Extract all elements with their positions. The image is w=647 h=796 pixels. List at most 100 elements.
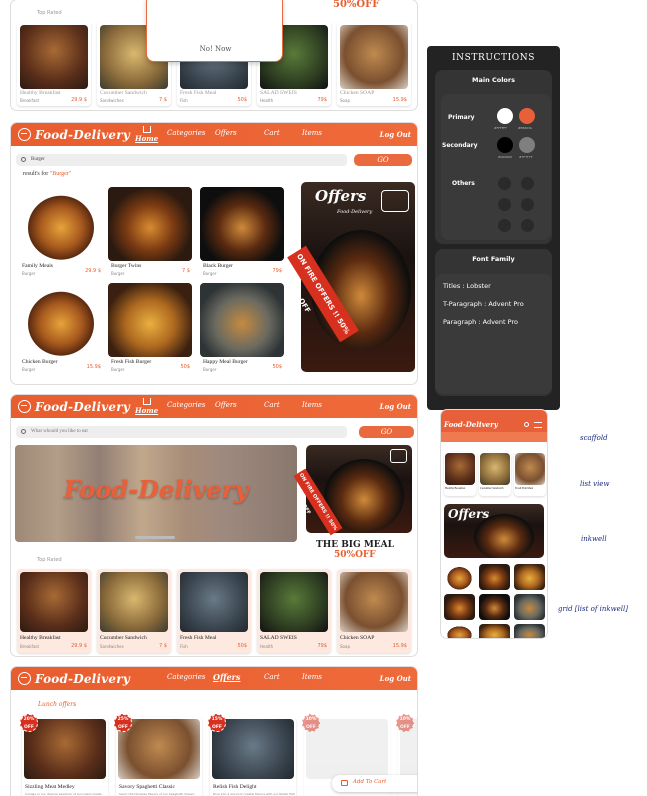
burger-price: 29.9 $	[85, 268, 101, 274]
burger-price: 50$	[180, 364, 190, 370]
nav-offers[interactable]: Offers	[215, 129, 237, 137]
results-prefix: result's for	[23, 171, 50, 177]
mobile-burger-tile[interactable]	[514, 564, 545, 590]
mobile-burger-tile[interactable]	[444, 564, 475, 590]
primary-white-label: #FFFFFF	[494, 126, 507, 130]
burger-card[interactable]: Happy Meal Burger Burger 50$	[200, 283, 286, 375]
big-meal-discount: 50%OFF	[334, 550, 376, 560]
burger-price: 7 $	[182, 268, 190, 274]
nav-cart[interactable]: Cart	[264, 673, 280, 681]
nav-cart[interactable]: Cart	[264, 401, 280, 409]
burger-name: Chicken Burger	[22, 359, 58, 365]
burger-card[interactable]: Fresh Fish Burger Burger 50$	[108, 283, 194, 375]
nav-home[interactable]: Home	[135, 126, 158, 143]
nav-items[interactable]: Items	[302, 129, 322, 137]
secondary-black-swatch	[497, 137, 513, 153]
burger-price: 15.9$	[86, 364, 101, 370]
top-rated-card[interactable]: Chicken SOAP Soap 15.9$	[337, 22, 411, 106]
search-input[interactable]: Burger	[16, 154, 347, 166]
burger-name: Fresh Fish Burger	[111, 359, 152, 365]
top-rated-card[interactable]: Fresh Fish Meal Fish 50$	[177, 569, 251, 653]
mobile-food-card[interactable]: Cucumber Sandwich	[479, 452, 511, 496]
mobile-burger-tile[interactable]	[479, 564, 510, 590]
burger-card[interactable]: Family Meals Burger 29.9 $	[19, 187, 105, 279]
burger-image	[108, 283, 192, 357]
discount-badge: 15% OFF	[208, 714, 226, 732]
mobile-burger-tile[interactable]	[479, 594, 510, 620]
search-row: Burger GO	[16, 154, 412, 168]
food-category: Soap	[340, 644, 350, 649]
note-grid: grid [list of inkwell]	[558, 605, 628, 613]
offers-title: Offers	[315, 187, 367, 205]
burger-price: 50$	[272, 364, 282, 370]
note-scaffold: scaffold	[580, 434, 608, 442]
popup-no-button[interactable]: No! Now	[147, 45, 284, 53]
mobile-burger-tile[interactable]	[514, 594, 545, 620]
secondary-grey-swatch	[519, 137, 535, 153]
nav-offers[interactable]: Offers	[213, 672, 240, 682]
top-rated-card[interactable]: SALAD SWEIS Health 79$	[257, 569, 331, 653]
mobile-burger-tile[interactable]	[479, 624, 510, 638]
nav-items[interactable]: Items	[302, 673, 322, 681]
discount-badge: 20% OFF	[20, 714, 38, 732]
food-category: Fish	[180, 98, 188, 103]
nav-offers[interactable]: Offers	[215, 401, 237, 409]
top-rated-card[interactable]: Cucumber Sandwich Sandwiches 7 $	[97, 569, 171, 653]
top-bar: Food-Delivery Home Categories Offers Car…	[11, 123, 417, 146]
other-swatch	[521, 219, 534, 232]
burger-card[interactable]: Burger Twins Burger 7 $	[108, 187, 194, 279]
top-bar: Food-Delivery Home Categories Offers Car…	[11, 395, 417, 418]
mobile-food-card[interactable]: Healthy Breakfast	[444, 452, 476, 496]
mobile-burger-tile[interactable]	[444, 594, 475, 620]
go-button[interactable]: GO	[354, 154, 412, 166]
burger-image	[19, 283, 103, 357]
brand-logo[interactable]: Food-Delivery	[18, 398, 130, 415]
mobile-search-icon[interactable]	[524, 422, 529, 427]
food-image	[260, 572, 328, 632]
nav-cart[interactable]: Cart	[264, 129, 280, 137]
nav-items[interactable]: Items	[302, 401, 322, 409]
nav-categories[interactable]: Categories	[167, 673, 206, 681]
nav-home[interactable]: Home	[135, 398, 158, 415]
mobile-offers-banner[interactable]: Offers	[444, 504, 544, 558]
fonts-inner	[435, 274, 552, 394]
search-row: What whould you like to eat GO	[16, 426, 414, 440]
other-swatch	[498, 177, 511, 190]
mobile-food-card[interactable]: Fresh Fish Meal	[514, 452, 546, 496]
brand-logo[interactable]: Food-Delivery	[18, 670, 130, 687]
section-title: Top Rated	[37, 10, 62, 16]
food-price: 7 $	[159, 643, 167, 649]
instructions-panel: INSTRUCTIONS Main Colors Primary #FFFFFF…	[427, 46, 560, 410]
search-input[interactable]: What whould you like to eat	[16, 426, 347, 438]
top-rated-card[interactable]: Healthy Breakfast Breakfast 29.9 $	[17, 569, 91, 653]
burger-category: Burger	[203, 271, 217, 276]
food-category: Breakfast	[20, 98, 40, 103]
nav-categories[interactable]: Categories	[167, 401, 206, 409]
hero-carousel[interactable]: Food-Delivery	[15, 445, 297, 542]
other-swatch	[521, 177, 534, 190]
add-to-cart-label: Add To Cart	[353, 779, 387, 785]
top-rated-card[interactable]: Chicken SOAP Soap 15.9$	[337, 569, 411, 653]
burger-image	[200, 187, 284, 261]
mobile-menu-icon[interactable]	[534, 422, 542, 428]
nav-categories[interactable]: Categories	[167, 129, 206, 137]
brand-logo[interactable]: Food-Delivery	[18, 126, 130, 143]
section-title: Top Rated	[37, 557, 62, 563]
food-category: Breakfast	[20, 644, 40, 649]
carousel-dots[interactable]	[135, 536, 175, 539]
logout-link[interactable]: Log Out	[380, 402, 411, 411]
go-button[interactable]: GO	[359, 426, 414, 438]
logout-link[interactable]: Log Out	[380, 674, 411, 683]
top-rated-card[interactable]: Healthy Breakfast Breakfast 29.9 $	[17, 22, 91, 106]
logout-link[interactable]: Log Out	[380, 130, 411, 139]
delivery-logo-icon	[18, 672, 31, 685]
font-line-t-paragraph: T-Paragraph : Advent Pro	[443, 300, 524, 308]
add-to-cart-button[interactable]: Add To Cart	[332, 775, 417, 792]
mobile-burger-tile[interactable]	[444, 624, 475, 638]
burger-card[interactable]: Black Burger Burger 79$	[200, 187, 286, 279]
popup-dialog: No! Now	[146, 0, 283, 62]
mobile-brand: Food-Delivery	[444, 420, 498, 429]
font-family-card: Font Family Titles : Lobster T-Paragraph…	[435, 249, 552, 396]
burger-card[interactable]: Chicken Burger Burger 15.9$	[19, 283, 105, 375]
mobile-burger-tile[interactable]	[514, 624, 545, 638]
